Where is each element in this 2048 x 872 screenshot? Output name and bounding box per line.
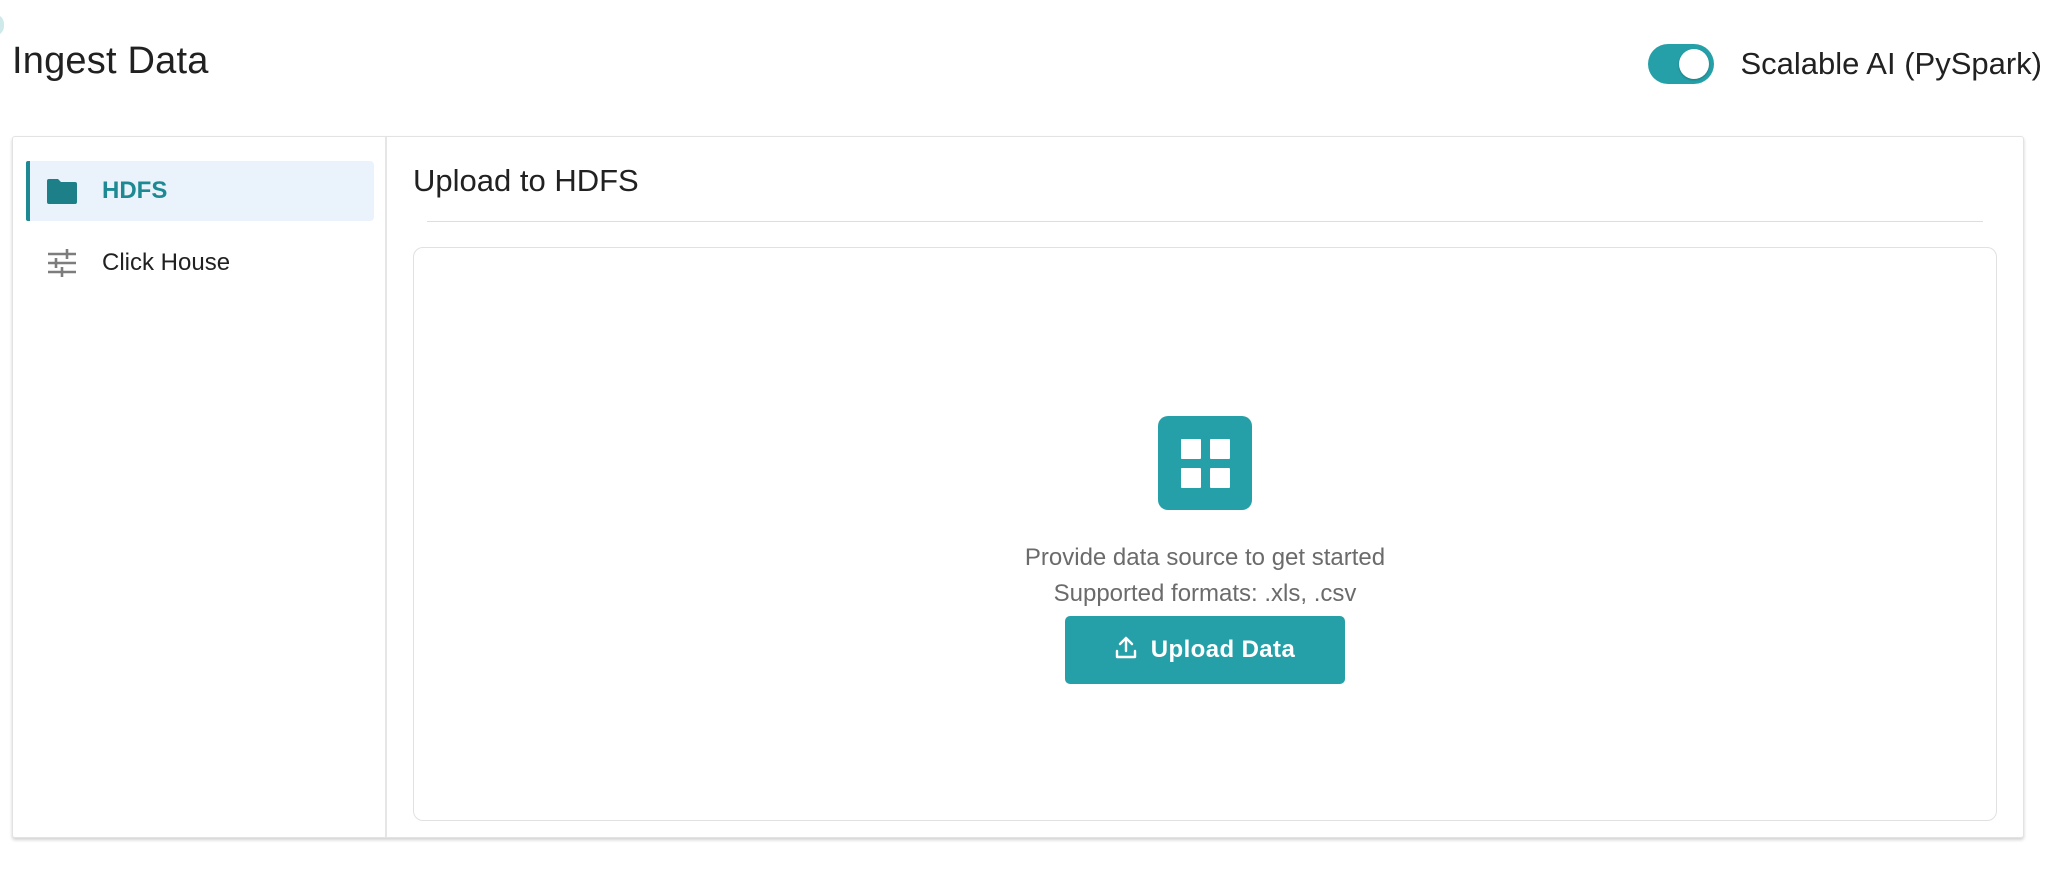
supported-formats-text: Supported formats: .xls, .csv xyxy=(1053,580,1357,607)
source-sidebar: HDFS Click House xyxy=(13,137,387,837)
sidebar-item-hdfs[interactable]: HDFS xyxy=(26,161,374,221)
scalable-ai-toggle-group: Scalable AI (PySpark) xyxy=(1648,44,2042,84)
section-divider xyxy=(427,221,1983,222)
upload-button-label: Upload Data xyxy=(1150,636,1296,663)
section-title: Upload to HDFS xyxy=(413,163,639,198)
sidebar-item-label: Click House xyxy=(102,249,231,276)
sidebar-item-click-house[interactable]: Click House xyxy=(26,233,374,293)
grid-icon xyxy=(1158,416,1252,510)
sidebar-item-label: HDFS xyxy=(102,177,168,204)
ingest-panel: HDFS Click House Upload to HDFS Provide … xyxy=(12,136,2024,838)
toggle-label: Scalable AI (PySpark) xyxy=(1740,46,2042,81)
upload-dropzone[interactable]: Provide data source to get started Suppo… xyxy=(413,247,1997,821)
scalable-ai-toggle[interactable] xyxy=(1648,44,1715,84)
upload-content: Upload to HDFS Provide data source to ge… xyxy=(387,137,2023,837)
folder-icon xyxy=(44,173,80,209)
upload-data-button[interactable]: Upload Data xyxy=(1065,616,1345,684)
toggle-knob xyxy=(1679,49,1710,79)
dropzone-prompt: Provide data source to get started xyxy=(1024,544,1386,571)
corner-decoration xyxy=(0,14,4,36)
page-title: Ingest Data xyxy=(12,40,209,82)
upload-icon xyxy=(1115,635,1137,666)
sliders-icon xyxy=(44,245,80,281)
